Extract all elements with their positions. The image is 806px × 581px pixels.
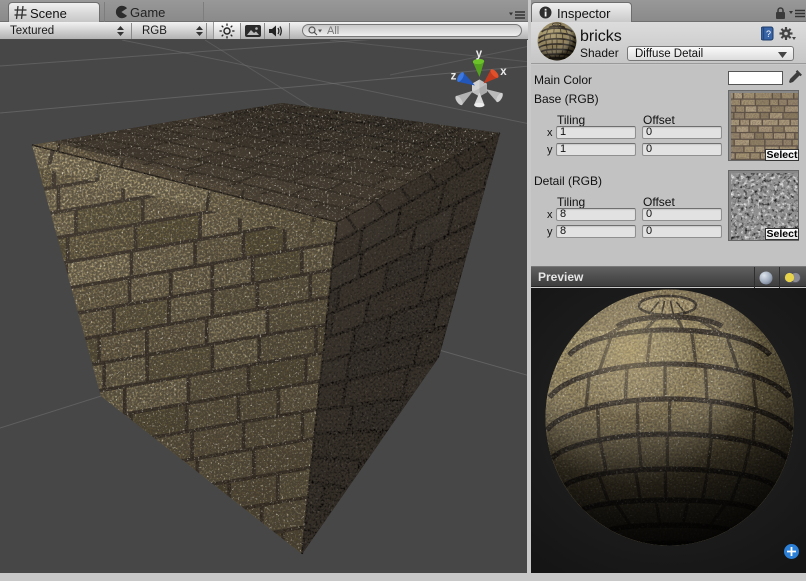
svg-text:x: x (500, 66, 507, 78)
svg-text:?: ? (766, 29, 771, 39)
svg-text:y: y (476, 48, 483, 60)
svg-text:z: z (451, 71, 457, 83)
